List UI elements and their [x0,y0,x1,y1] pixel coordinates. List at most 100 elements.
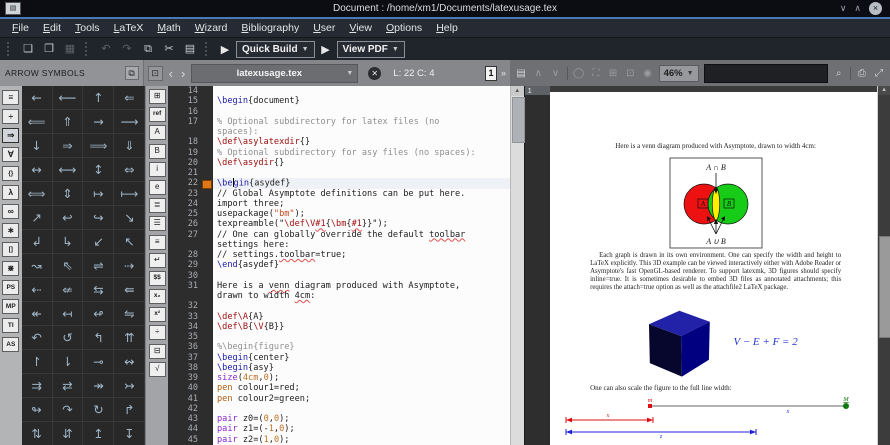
code-line[interactable]: pair z1=(-1,0); [213,424,510,434]
eye-icon[interactable]: ◉ [641,68,653,79]
code-line[interactable]: // settings.toolbar=true; [213,250,510,260]
arrow-symbol-0-2[interactable]: ↑ [83,86,114,110]
redo-button[interactable]: ↷ [118,41,136,58]
arrow-symbol-13-1[interactable]: ↷ [53,398,84,422]
code-line[interactable] [213,301,510,311]
arrow-symbol-0-1[interactable]: ⟵ [53,86,84,110]
code-line[interactable]: %\begin{figure} [213,342,510,352]
arrow-symbol-7-3[interactable]: ⇢ [114,254,145,278]
edit-tool-2[interactable]: A [149,125,166,140]
arrow-symbol-2-1[interactable]: ⇒ [53,134,84,158]
edit-tool-7[interactable]: ☰ [149,216,166,231]
arrow-symbol-6-2[interactable]: ↙ [83,230,114,254]
external-viewer-icon[interactable]: ⤢ [873,68,885,79]
zoom-area-icon[interactable]: ⊞ [607,68,619,79]
symbol-category-9[interactable]: ⋇ [2,261,19,276]
save-button[interactable]: ▦ [61,41,79,58]
arrow-symbol-10-1[interactable]: ↺ [53,326,84,350]
arrow-symbol-11-3[interactable]: ↭ [114,350,145,374]
code-line[interactable]: spaces): [213,127,510,137]
edit-tool-6[interactable]: ≣ [149,198,166,213]
arrow-symbol-8-1[interactable]: ⇍ [53,278,84,302]
zoom-level-dropdown[interactable]: 46%▼ [659,65,699,82]
arrow-symbol-2-3[interactable]: ⇓ [114,134,145,158]
arrow-symbol-9-1[interactable]: ↤ [53,302,84,326]
code-line[interactable] [213,107,510,117]
symbol-category-6[interactable]: ∞ [2,204,19,219]
code-line[interactable]: \begin{center} [213,353,510,363]
edit-tool-9[interactable]: ↵ [149,253,166,268]
symbol-category-11[interactable]: MP [2,299,19,314]
undo-button[interactable]: ↶ [97,41,115,58]
arrow-symbol-4-1[interactable]: ⇕ [53,182,84,206]
code-line[interactable]: size(4cm,0); [213,373,510,383]
arrow-symbol-13-2[interactable]: ↻ [83,398,114,422]
print-icon[interactable]: ⎙ [856,68,868,79]
menu-item-math[interactable]: Math [151,22,186,34]
menu-item-wizard[interactable]: Wizard [189,22,234,34]
editor-scrollbar-thumb[interactable] [512,97,525,143]
arrow-symbol-1-1[interactable]: ⇑ [53,110,84,134]
arrow-symbol-9-3[interactable]: ⇋ [114,302,145,326]
arrow-symbol-4-3[interactable]: ⟼ [114,182,145,206]
arrow-symbol-4-0[interactable]: ⟺ [22,182,53,206]
cut-button[interactable]: ✂ [160,41,178,58]
arrow-symbol-11-2[interactable]: ⊸ [83,350,114,374]
pdf-scrollbar-thumb[interactable] [879,236,890,338]
arrow-symbol-10-3[interactable]: ⇈ [114,326,145,350]
code-line[interactable]: pair z2=(1,0); [213,435,510,445]
new-document-button[interactable]: ❏ [19,41,37,58]
pdf-scroll-up-icon[interactable]: ▲ [878,86,890,95]
arrow-symbol-10-2[interactable]: ↰ [83,326,114,350]
arrow-symbol-9-2[interactable]: ↫ [83,302,114,326]
code-line[interactable]: \def\asydir{} [213,158,510,168]
arrow-symbol-7-2[interactable]: ⇌ [83,254,114,278]
paste-button[interactable]: ▤ [181,41,199,58]
edit-tool-14[interactable]: ⊟ [149,344,166,359]
code-area[interactable]: \begin{document}% Optional subdirectory … [213,86,510,445]
symbol-category-8[interactable]: [] [2,242,19,257]
open-button[interactable]: ❐ [40,41,58,58]
code-line[interactable]: % Optional subdirectory for asy files (n… [213,148,510,158]
symbol-category-13[interactable]: AS [2,337,19,352]
code-line[interactable] [213,168,510,178]
symbol-category-5[interactable]: λ [2,185,19,200]
code-line[interactable]: pen colour2=green; [213,394,510,404]
pdf-scrollbar[interactable]: ▲ [877,86,890,445]
run-quick-build-button[interactable]: ▶ [217,43,233,56]
close-window-button[interactable]: × [869,2,882,15]
arrow-symbol-14-2[interactable]: ↥ [83,422,114,445]
arrow-symbol-7-1[interactable]: ⇖ [53,254,84,278]
arrow-symbol-6-1[interactable]: ↳ [53,230,84,254]
edit-tool-13[interactable]: ÷ [149,325,166,340]
arrow-symbol-3-0[interactable]: ↔ [22,158,53,182]
search-icon[interactable]: ⌕ [833,68,845,79]
code-line[interactable]: settings here: [213,240,510,250]
symbol-category-4[interactable]: {} [2,166,19,181]
run-view-pdf-button[interactable]: ▶ [318,43,334,56]
pdf-viewer[interactable]: Here is a venn diagram produced with Asy… [550,86,877,445]
code-line[interactable] [213,332,510,342]
maximize-window-button[interactable]: ∧ [854,3,861,14]
edit-tool-5[interactable]: e [149,180,166,195]
arrow-symbol-14-1[interactable]: ⇵ [53,422,84,445]
copy-button[interactable]: ⧉ [139,41,157,58]
presentation-icon[interactable]: ⊡ [624,68,636,79]
menu-item-bibliography[interactable]: Bibliography [235,22,305,34]
arrow-symbol-0-0[interactable]: ← [22,86,53,110]
code-line[interactable] [213,86,510,96]
edit-tool-4[interactable]: i [149,162,166,177]
edit-tool-11[interactable]: x₂ [149,289,166,304]
arrow-symbol-8-0[interactable]: ⇠ [22,278,53,302]
arrow-symbol-5-1[interactable]: ↩ [53,206,84,230]
code-line[interactable]: % Optional subdirectory for latex files … [213,117,510,127]
symbol-category-1[interactable]: ÷ [2,109,19,124]
arrow-symbol-3-2[interactable]: ↕ [83,158,114,182]
menu-item-edit[interactable]: Edit [37,22,67,34]
arrow-symbol-1-3[interactable]: ⟶ [114,110,145,134]
arrow-symbol-6-0[interactable]: ↲ [22,230,53,254]
menu-item-user[interactable]: User [307,22,341,34]
arrow-symbol-5-2[interactable]: ↪ [83,206,114,230]
arrow-symbol-12-1[interactable]: ⇄ [53,374,84,398]
pdf-search-input[interactable] [704,64,828,83]
